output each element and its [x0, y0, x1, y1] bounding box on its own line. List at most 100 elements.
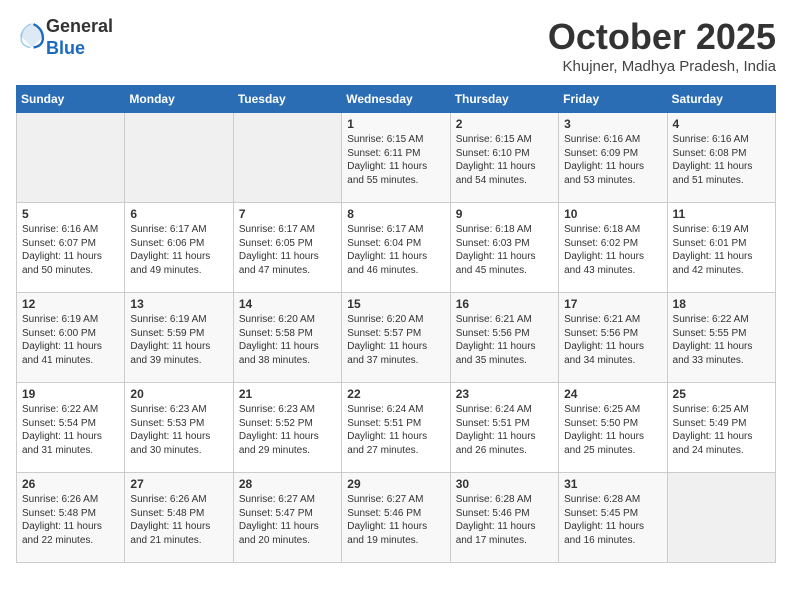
- calendar-cell: 21Sunrise: 6:23 AMSunset: 5:52 PMDayligh…: [233, 383, 341, 473]
- cell-content: Sunrise: 6:15 AMSunset: 6:10 PMDaylight:…: [456, 133, 553, 187]
- day-number: 14: [239, 297, 336, 311]
- weekday-header-tuesday: Tuesday: [233, 86, 341, 113]
- calendar-cell: 28 Sunrise: 6:27 AMSunset: 5:47 PMDayligh…: [233, 473, 341, 563]
- day-number: 15: [347, 297, 444, 311]
- calendar-cell: 16Sunrise: 6:21 AMSunset: 5:56 PMDayligh…: [450, 293, 558, 383]
- calendar-cell: [233, 113, 341, 203]
- day-number: 20: [130, 387, 227, 401]
- calendar-cell: 26 Sunrise: 6:26 AMSunset: 5:48 PMDayligh…: [17, 473, 125, 563]
- day-number: 31: [564, 477, 661, 491]
- calendar-cell: 23Sunrise: 6:24 AMSunset: 5:51 PMDayligh…: [450, 383, 558, 473]
- calendar-cell: 19 Sunrise: 6:22 AMSunset: 5:54 PMDayligh…: [17, 383, 125, 473]
- calendar-cell: 22Sunrise: 6:24 AMSunset: 5:51 PMDayligh…: [342, 383, 450, 473]
- day-number: 30: [456, 477, 553, 491]
- calendar-week-2: 5 Sunrise: 6:16 AMSunset: 6:07 PMDaylight…: [17, 203, 776, 293]
- day-number: 29: [347, 477, 444, 491]
- day-number: 26: [22, 477, 119, 491]
- day-number: 19: [22, 387, 119, 401]
- calendar-cell: 11 Sunrise: 6:19 AMSunset: 6:01 PMDayligh…: [667, 203, 775, 293]
- cell-content: Sunrise: 6:27 AMSunset: 5:46 PMDaylight:…: [347, 493, 444, 547]
- calendar-cell: 25 Sunrise: 6:25 AMSunset: 5:49 PMDayligh…: [667, 383, 775, 473]
- cell-content: Sunrise: 6:16 AMSunset: 6:09 PMDaylight:…: [564, 133, 661, 187]
- calendar-cell: 31Sunrise: 6:28 AMSunset: 5:45 PMDayligh…: [559, 473, 667, 563]
- title-block: October 2025 Khujner, Madhya Pradesh, In…: [548, 16, 776, 75]
- calendar-cell: 24 Sunrise: 6:25 AMSunset: 5:50 PMDayligh…: [559, 383, 667, 473]
- weekday-header-thursday: Thursday: [450, 86, 558, 113]
- calendar-week-5: 26 Sunrise: 6:26 AMSunset: 5:48 PMDayligh…: [17, 473, 776, 563]
- day-number: 25: [673, 387, 770, 401]
- cell-content: Sunrise: 6:23 AMSunset: 5:52 PMDaylight:…: [239, 403, 336, 457]
- cell-content: Sunrise: 6:17 AMSunset: 6:05 PMDaylight:…: [239, 223, 336, 277]
- calendar-cell: [17, 113, 125, 203]
- page-header: General Blue October 2025 Khujner, Madhy…: [16, 16, 776, 75]
- cell-content: Sunrise: 6:25 AMSunset: 5:50 PMDaylight:…: [564, 403, 661, 457]
- calendar-cell: 27Sunrise: 6:26 AMSunset: 5:48 PMDayligh…: [125, 473, 233, 563]
- weekday-header-friday: Friday: [559, 86, 667, 113]
- calendar-cell: 6 Sunrise: 6:17 AMSunset: 6:06 PMDaylight…: [125, 203, 233, 293]
- weekday-header-saturday: Saturday: [667, 86, 775, 113]
- logo: General Blue: [16, 16, 113, 59]
- month-title: October 2025: [548, 16, 776, 58]
- cell-content: Sunrise: 6:22 AMSunset: 5:55 PMDaylight:…: [673, 313, 770, 367]
- day-number: 23: [456, 387, 553, 401]
- calendar-cell: 7Sunrise: 6:17 AMSunset: 6:05 PMDaylight…: [233, 203, 341, 293]
- cell-content: Sunrise: 6:25 AMSunset: 5:49 PMDaylight:…: [673, 403, 770, 457]
- calendar-week-3: 12 Sunrise: 6:19 AMSunset: 6:00 PMDayligh…: [17, 293, 776, 383]
- day-number: 6: [130, 207, 227, 221]
- cell-content: Sunrise: 6:16 AMSunset: 6:08 PMDaylight:…: [673, 133, 770, 187]
- calendar-cell: 8 Sunrise: 6:17 AMSunset: 6:04 PMDaylight…: [342, 203, 450, 293]
- cell-content: Sunrise: 6:20 AMSunset: 5:58 PMDaylight:…: [239, 313, 336, 367]
- logo-icon: [18, 21, 46, 49]
- cell-content: Sunrise: 6:17 AMSunset: 6:04 PMDaylight:…: [347, 223, 444, 277]
- day-number: 28: [239, 477, 336, 491]
- calendar-cell: 14 Sunrise: 6:20 AMSunset: 5:58 PMDayligh…: [233, 293, 341, 383]
- cell-content: Sunrise: 6:19 AMSunset: 6:00 PMDaylight:…: [22, 313, 119, 367]
- cell-content: Sunrise: 6:27 AMSunset: 5:47 PMDaylight:…: [239, 493, 336, 547]
- calendar-cell: 15Sunrise: 6:20 AMSunset: 5:57 PMDayligh…: [342, 293, 450, 383]
- calendar-cell: 13Sunrise: 6:19 AMSunset: 5:59 PMDayligh…: [125, 293, 233, 383]
- day-number: 8: [347, 207, 444, 221]
- cell-content: Sunrise: 6:15 AMSunset: 6:11 PMDaylight:…: [347, 133, 444, 187]
- calendar-cell: 30 Sunrise: 6:28 AMSunset: 5:46 PMDayligh…: [450, 473, 558, 563]
- calendar-cell: 9Sunrise: 6:18 AMSunset: 6:03 PMDaylight…: [450, 203, 558, 293]
- calendar-cell: 5 Sunrise: 6:16 AMSunset: 6:07 PMDaylight…: [17, 203, 125, 293]
- day-number: 3: [564, 117, 661, 131]
- location: Khujner, Madhya Pradesh, India: [548, 58, 776, 75]
- calendar-week-1: 1 Sunrise: 6:15 AMSunset: 6:11 PMDaylight…: [17, 113, 776, 203]
- calendar-cell: 20Sunrise: 6:23 AMSunset: 5:53 PMDayligh…: [125, 383, 233, 473]
- day-number: 24: [564, 387, 661, 401]
- cell-content: Sunrise: 6:28 AMSunset: 5:46 PMDaylight:…: [456, 493, 553, 547]
- day-number: 9: [456, 207, 553, 221]
- day-number: 1: [347, 117, 444, 131]
- calendar-cell: 10Sunrise: 6:18 AMSunset: 6:02 PMDayligh…: [559, 203, 667, 293]
- day-number: 13: [130, 297, 227, 311]
- day-number: 5: [22, 207, 119, 221]
- cell-content: Sunrise: 6:17 AMSunset: 6:06 PMDaylight:…: [130, 223, 227, 277]
- day-number: 11: [673, 207, 770, 221]
- calendar-cell: 29 Sunrise: 6:27 AMSunset: 5:46 PMDayligh…: [342, 473, 450, 563]
- cell-content: Sunrise: 6:26 AMSunset: 5:48 PMDaylight:…: [22, 493, 119, 547]
- cell-content: Sunrise: 6:18 AMSunset: 6:02 PMDaylight:…: [564, 223, 661, 277]
- cell-content: Sunrise: 6:19 AMSunset: 6:01 PMDaylight:…: [673, 223, 770, 277]
- calendar-week-4: 19 Sunrise: 6:22 AMSunset: 5:54 PMDayligh…: [17, 383, 776, 473]
- weekday-header-row: SundayMondayTuesdayWednesdayThursdayFrid…: [17, 86, 776, 113]
- calendar-cell: 4 Sunrise: 6:16 AMSunset: 6:08 PMDaylight…: [667, 113, 775, 203]
- calendar-body: 1 Sunrise: 6:15 AMSunset: 6:11 PMDaylight…: [17, 113, 776, 563]
- day-number: 16: [456, 297, 553, 311]
- day-number: 4: [673, 117, 770, 131]
- day-number: 18: [673, 297, 770, 311]
- calendar-table: SundayMondayTuesdayWednesdayThursdayFrid…: [16, 85, 776, 563]
- cell-content: Sunrise: 6:16 AMSunset: 6:07 PMDaylight:…: [22, 223, 119, 277]
- cell-content: Sunrise: 6:24 AMSunset: 5:51 PMDaylight:…: [347, 403, 444, 457]
- day-number: 2: [456, 117, 553, 131]
- calendar-cell: [667, 473, 775, 563]
- calendar-cell: 12 Sunrise: 6:19 AMSunset: 6:00 PMDayligh…: [17, 293, 125, 383]
- cell-content: Sunrise: 6:22 AMSunset: 5:54 PMDaylight:…: [22, 403, 119, 457]
- weekday-header-monday: Monday: [125, 86, 233, 113]
- cell-content: Sunrise: 6:21 AMSunset: 5:56 PMDaylight:…: [564, 313, 661, 367]
- logo-blue: Blue: [46, 38, 85, 58]
- weekday-header-wednesday: Wednesday: [342, 86, 450, 113]
- day-number: 12: [22, 297, 119, 311]
- day-number: 27: [130, 477, 227, 491]
- calendar-cell: 18 Sunrise: 6:22 AMSunset: 5:55 PMDayligh…: [667, 293, 775, 383]
